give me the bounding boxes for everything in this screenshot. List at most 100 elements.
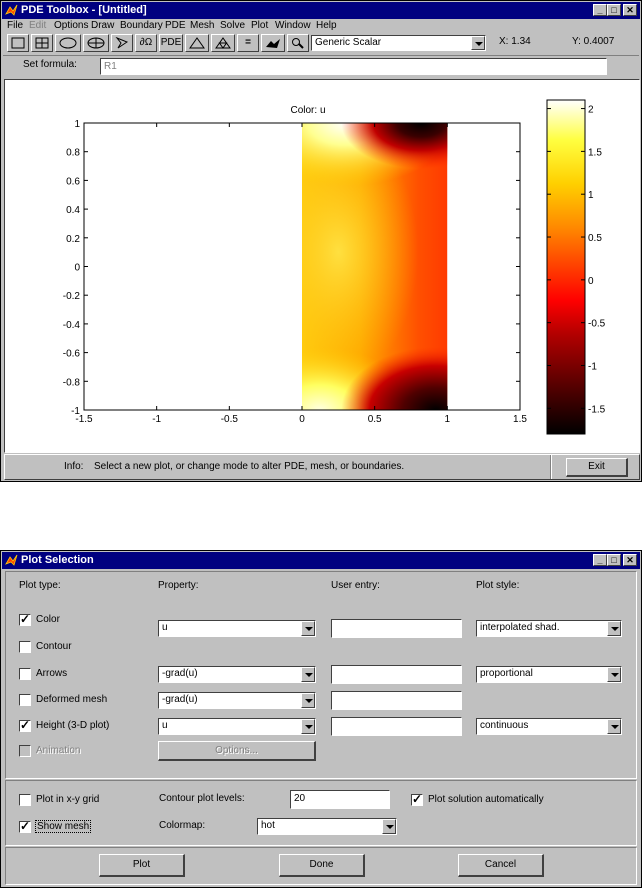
height-property-value: u bbox=[162, 720, 168, 731]
contour-checkbox[interactable] bbox=[19, 641, 31, 653]
plot-type-group: Plot type: Property: User entry: Plot st… bbox=[5, 571, 637, 779]
y-tick-label: 1 bbox=[74, 119, 80, 130]
draw-polygon-button[interactable] bbox=[111, 34, 133, 52]
color-user-entry[interactable] bbox=[331, 619, 462, 638]
menu-draw[interactable]: Draw bbox=[91, 20, 114, 31]
plot-selection-dialog: Plot Selection _ □ ✕ Plot type: Property… bbox=[0, 550, 642, 888]
deformed-mesh-checkbox[interactable] bbox=[19, 694, 31, 706]
menu-file[interactable]: File bbox=[7, 20, 23, 31]
init-mesh-button[interactable] bbox=[185, 34, 209, 52]
chevron-down-icon[interactable] bbox=[607, 667, 621, 682]
boundary-mode-button[interactable]: ∂Ω bbox=[135, 34, 157, 52]
refine-mesh-button[interactable] bbox=[211, 34, 235, 52]
plot-auto-checkbox[interactable]: ✓ bbox=[411, 792, 423, 806]
check-mark-icon: ✓ bbox=[20, 819, 31, 833]
menu-options[interactable]: Options bbox=[54, 20, 88, 31]
colormap-value: hot bbox=[261, 820, 275, 831]
menu-bar: File Edit Options Draw Boundary PDE Mesh… bbox=[3, 19, 639, 33]
menu-help[interactable]: Help bbox=[316, 20, 337, 31]
show-mesh-label: Show mesh bbox=[35, 820, 92, 833]
dialog-minimize-button[interactable]: _ bbox=[593, 554, 607, 566]
minimize-button[interactable]: _ bbox=[593, 4, 607, 16]
zoom-button[interactable] bbox=[287, 34, 309, 52]
plot-in-grid-checkbox[interactable] bbox=[19, 794, 31, 806]
menu-boundary[interactable]: Boundary bbox=[120, 20, 163, 31]
menu-edit[interactable]: Edit bbox=[29, 20, 46, 31]
y-tick-label: -0.8 bbox=[63, 377, 81, 388]
done-button[interactable]: Done bbox=[279, 854, 365, 877]
chevron-down-icon[interactable] bbox=[301, 667, 315, 682]
y-tick-label: -1 bbox=[71, 406, 80, 417]
pde-solution-plot[interactable]: Color: u -1.5 -1 -0.5 0 0.5 1 1.5 1 0.8 0.6 0.4 0.2… bbox=[5, 80, 639, 452]
arrows-property-select[interactable]: -grad(u) bbox=[158, 666, 316, 683]
show-mesh-checkbox[interactable]: ✓ bbox=[19, 819, 31, 833]
colorbar-tick-label: -1 bbox=[588, 361, 597, 372]
color-style-value: interpolated shad. bbox=[480, 622, 560, 633]
height-style-select[interactable]: continuous bbox=[476, 718, 622, 735]
colorbar-tick-label: -1.5 bbox=[588, 404, 606, 415]
main-titlebar[interactable]: PDE Toolbox - [Untitled] _ □ ✕ bbox=[2, 2, 640, 19]
y-tick-label: 0.8 bbox=[66, 148, 80, 159]
menu-window[interactable]: Window bbox=[275, 20, 311, 31]
dialog-titlebar[interactable]: Plot Selection _ □ ✕ bbox=[2, 552, 640, 569]
deformed-mesh-property-select[interactable]: -grad(u) bbox=[158, 692, 316, 709]
cancel-button[interactable]: Cancel bbox=[458, 854, 544, 877]
ellipse-icon bbox=[59, 37, 77, 49]
chevron-down-icon[interactable] bbox=[607, 719, 621, 734]
menu-plot[interactable]: Plot bbox=[251, 20, 268, 31]
plot-type-header: Plot type: bbox=[19, 580, 61, 591]
centered-ellipse-icon bbox=[87, 37, 105, 49]
chevron-down-icon[interactable] bbox=[471, 36, 485, 50]
height-3d-checkbox[interactable]: ✓ bbox=[19, 718, 31, 732]
colormap-label: Colormap: bbox=[159, 820, 206, 831]
solve-pde-button[interactable]: = bbox=[237, 34, 259, 52]
formula-input[interactable]: R1 bbox=[100, 58, 607, 75]
chevron-down-icon[interactable] bbox=[301, 621, 315, 636]
chevron-down-icon[interactable] bbox=[382, 819, 396, 834]
chevron-down-icon[interactable] bbox=[301, 719, 315, 734]
height-user-entry[interactable] bbox=[331, 717, 462, 736]
property-header: Property: bbox=[158, 580, 199, 591]
y-tick-label: -0.6 bbox=[63, 349, 81, 360]
toolbar: ∂Ω PDE = Generic Scalar X: 1.34 Y: 0.400… bbox=[3, 34, 639, 54]
y-coordinate-readout: Y: 0.4007 bbox=[572, 36, 615, 47]
matlab-logo-icon bbox=[5, 554, 18, 566]
height-property-select[interactable]: u bbox=[158, 718, 316, 735]
contour-levels-input[interactable]: 20 bbox=[290, 790, 390, 809]
plot-solution-button[interactable] bbox=[261, 34, 285, 52]
draw-centered-rectangle-button[interactable] bbox=[31, 34, 53, 52]
colormap-select[interactable]: hot bbox=[257, 818, 397, 835]
draw-ellipse-button[interactable] bbox=[55, 34, 81, 52]
chevron-down-icon[interactable] bbox=[301, 693, 315, 708]
deformed-mesh-user-entry[interactable] bbox=[331, 691, 462, 710]
draw-centered-ellipse-button[interactable] bbox=[83, 34, 109, 52]
y-tick-label: -0.4 bbox=[63, 320, 81, 331]
colorbar-tick-label: 2 bbox=[588, 105, 594, 116]
pde-specification-button[interactable]: PDE bbox=[159, 34, 183, 52]
arrows-user-entry[interactable] bbox=[331, 665, 462, 684]
arrows-checkbox[interactable] bbox=[19, 668, 31, 680]
arrows-property-value: -grad(u) bbox=[162, 668, 198, 679]
menu-mesh[interactable]: Mesh bbox=[190, 20, 214, 31]
close-button[interactable]: ✕ bbox=[623, 4, 637, 16]
color-style-select[interactable]: interpolated shad. bbox=[476, 620, 622, 637]
arrows-style-select[interactable]: proportional bbox=[476, 666, 622, 683]
color-label: Color bbox=[36, 614, 60, 625]
draw-rectangle-button[interactable] bbox=[7, 34, 29, 52]
menu-solve[interactable]: Solve bbox=[220, 20, 245, 31]
color-property-select[interactable]: u bbox=[158, 620, 316, 637]
menu-pde[interactable]: PDE bbox=[165, 20, 186, 31]
x-coordinate-readout: X: 1.34 bbox=[499, 36, 531, 47]
maximize-button[interactable]: □ bbox=[607, 4, 621, 16]
plot-button[interactable]: Plot bbox=[99, 854, 185, 877]
chevron-down-icon[interactable] bbox=[607, 621, 621, 636]
application-mode-select[interactable]: Generic Scalar bbox=[311, 35, 486, 51]
colorbar-tick-label: 1 bbox=[588, 190, 594, 201]
dialog-close-button[interactable]: ✕ bbox=[623, 554, 637, 566]
dialog-title: Plot Selection bbox=[21, 554, 94, 566]
exit-button[interactable]: Exit bbox=[566, 458, 628, 477]
color-checkbox[interactable]: ✓ bbox=[19, 612, 31, 626]
formula-bar: Set formula: R1 bbox=[3, 55, 639, 77]
dialog-maximize-button[interactable]: □ bbox=[607, 554, 621, 566]
colorbar: 2 1.5 1 0.5 0 -0.5 -1 -1.5 bbox=[546, 99, 606, 435]
